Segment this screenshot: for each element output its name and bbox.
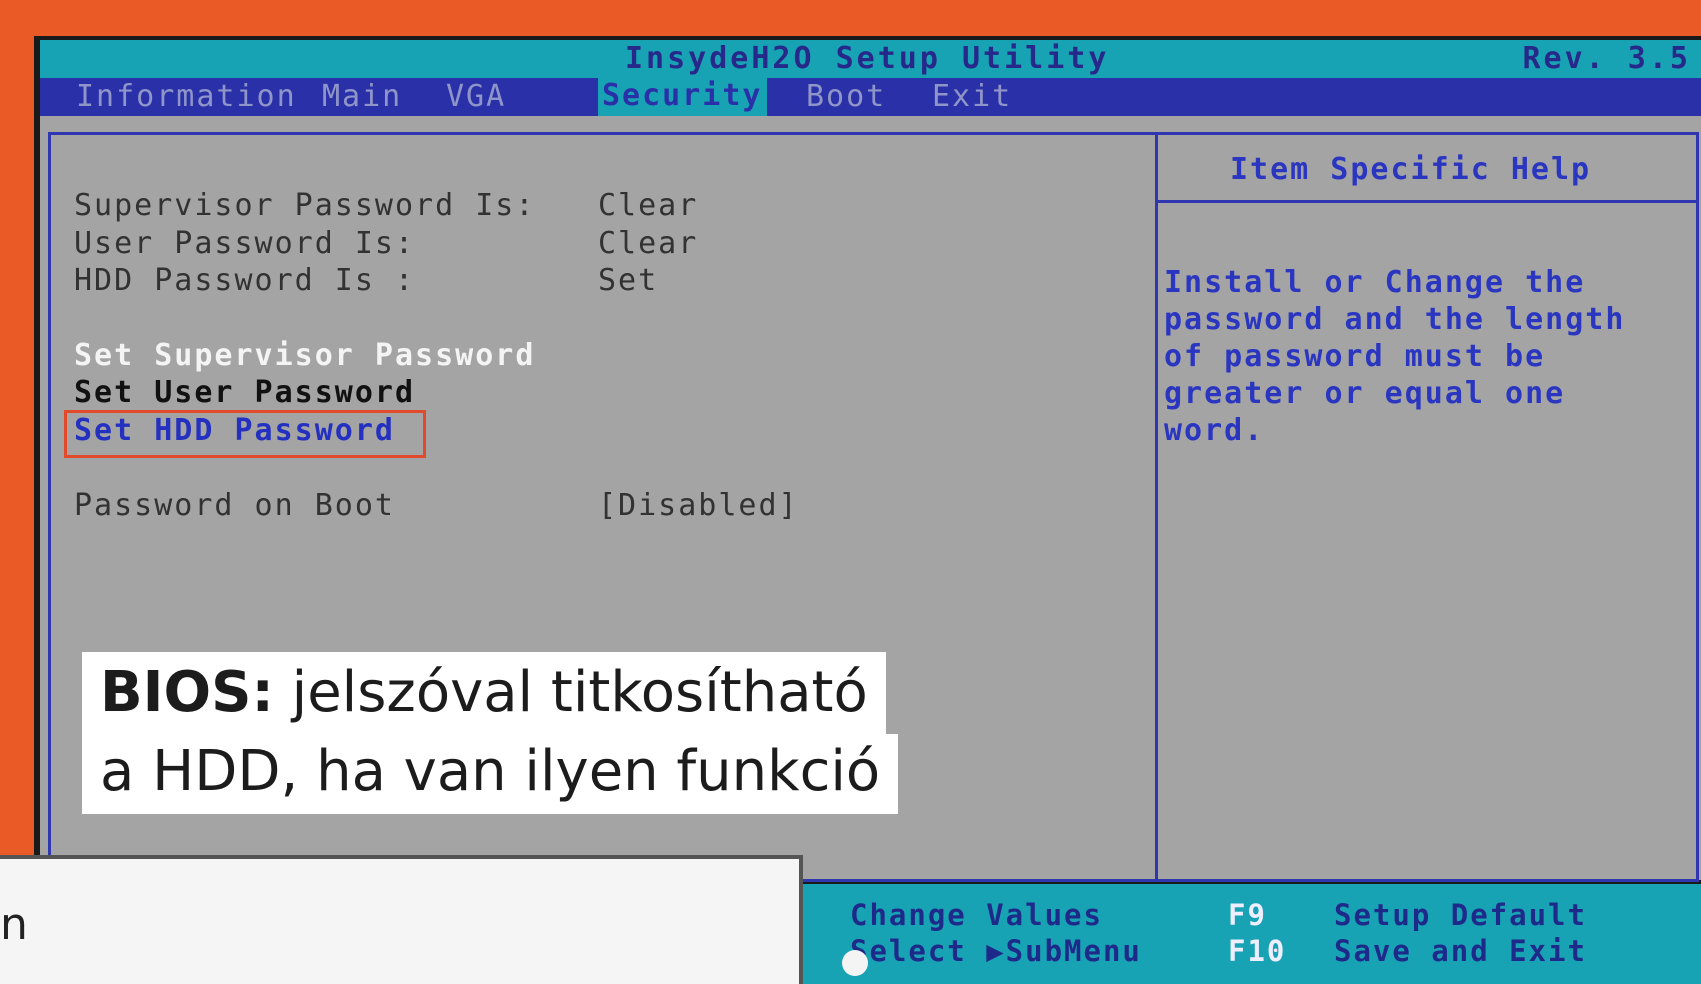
help-panel bbox=[1155, 132, 1699, 882]
f10-key: F10 bbox=[1228, 934, 1287, 968]
user-status-label: User Password Is: bbox=[74, 226, 416, 261]
overlay-glyph: n bbox=[0, 899, 28, 950]
select-submenu-hint: Select ▶SubMenu bbox=[850, 934, 1142, 968]
help-text: Install or Change the password and the l… bbox=[1164, 265, 1626, 448]
title-bar: InsydeH2O Setup Utility Rev. 3.5 bbox=[40, 40, 1701, 78]
tab-boot[interactable]: Boot bbox=[806, 79, 886, 114]
supervisor-status-label: Supervisor Password Is: bbox=[74, 188, 536, 223]
f9-key: F9 bbox=[1228, 898, 1267, 932]
supervisor-status-value: Clear bbox=[598, 188, 699, 223]
tab-exit[interactable]: Exit bbox=[932, 79, 1012, 114]
tab-information[interactable]: Information bbox=[76, 79, 297, 114]
menu-bar: Information Main VGA Security Boot Exit bbox=[40, 78, 1701, 116]
mouse-cursor-icon bbox=[842, 950, 868, 976]
tab-vga[interactable]: VGA bbox=[446, 79, 506, 114]
caption-line-2: a HDD, ha van ilyen funkció bbox=[82, 734, 899, 814]
tab-main[interactable]: Main bbox=[322, 79, 402, 114]
user-status-value: Clear bbox=[598, 226, 699, 261]
help-title: Item Specific Help bbox=[1230, 152, 1592, 187]
help-divider bbox=[1158, 200, 1696, 203]
f10-label: Save and Exit bbox=[1334, 934, 1587, 968]
set-user-password-item[interactable]: Set User Password bbox=[74, 375, 415, 410]
tab-security[interactable]: Security bbox=[598, 78, 767, 116]
key-legend: Change Values Select ▶SubMenu F9 Setup D… bbox=[800, 884, 1701, 984]
revision-label: Rev. 3.5 bbox=[1522, 41, 1691, 76]
password-on-boot-label: Password on Boot bbox=[74, 488, 395, 523]
change-values-hint: Change Values bbox=[850, 898, 1103, 932]
hdd-status-label: HDD Password Is : bbox=[74, 263, 416, 298]
caption-bold: BIOS: bbox=[100, 660, 274, 725]
password-on-boot-value[interactable]: [Disabled] bbox=[598, 488, 799, 523]
app-title: InsydeH2O Setup Utility bbox=[625, 41, 1110, 76]
f9-label: Setup Default bbox=[1334, 898, 1587, 932]
hdd-status-value: Set bbox=[598, 263, 659, 298]
overlay-box: n bbox=[0, 855, 803, 984]
caption-line-1: BIOS: jelszóval titkosítható bbox=[82, 652, 886, 734]
set-supervisor-password-item[interactable]: Set Supervisor Password bbox=[74, 338, 535, 373]
set-hdd-password-item[interactable]: Set HDD Password bbox=[74, 413, 395, 448]
frame-stripe bbox=[0, 660, 14, 860]
caption-line1-text: jelszóval titkosítható bbox=[291, 660, 868, 725]
